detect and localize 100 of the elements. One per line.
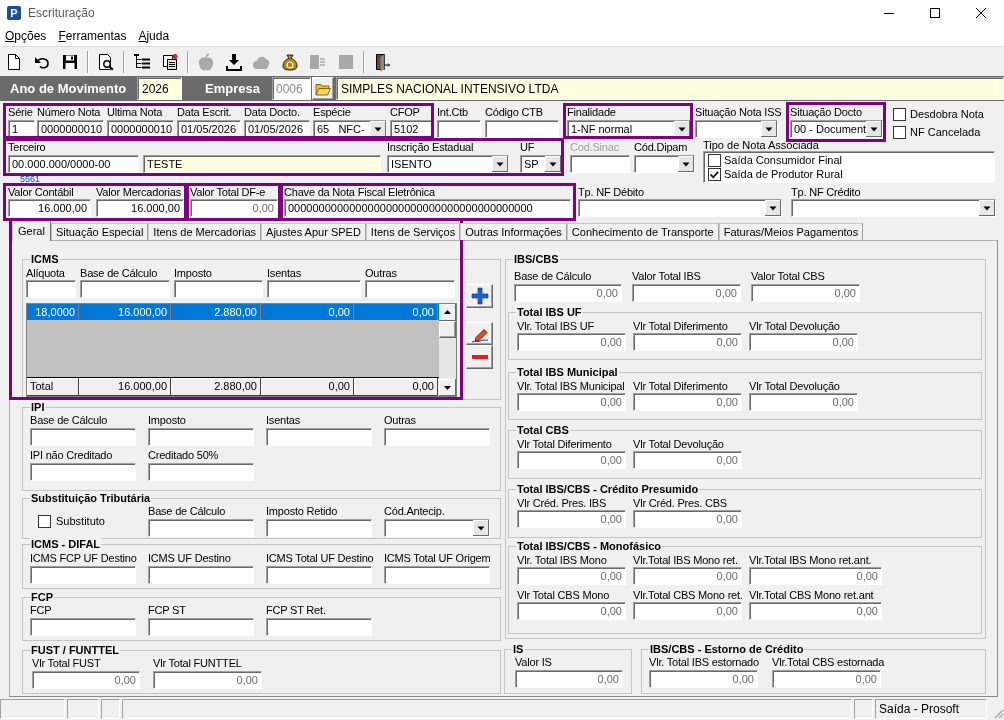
dropdown[interactable] [695, 120, 778, 138]
text-field[interactable]: 0,00 [517, 567, 626, 585]
caret-icon[interactable] [761, 121, 777, 137]
document-magnifier-icon[interactable] [96, 51, 116, 72]
text-field[interactable]: 0,00 [633, 510, 742, 528]
tree-list-icon[interactable] [132, 51, 152, 72]
text-field[interactable]: 0,00 [633, 393, 742, 411]
caret-icon[interactable] [979, 200, 995, 216]
text-field[interactable] [148, 566, 254, 584]
tab[interactable]: Faturas/Meios Pagamentos [718, 223, 864, 240]
text-field[interactable] [148, 428, 254, 446]
caret-icon[interactable] [866, 121, 883, 137]
text-field[interactable]: 0,00 [190, 199, 278, 217]
text-field[interactable]: 0,00 [517, 510, 626, 528]
tab[interactable]: Itens de Serviços [365, 223, 461, 240]
tab[interactable]: Ajustes Apur SPED [261, 223, 366, 240]
text-field[interactable]: 0,00 [517, 333, 626, 351]
text-field[interactable]: 0,00 [517, 602, 626, 620]
text-field[interactable] [266, 519, 372, 537]
text-field[interactable]: 0,00 [153, 671, 262, 689]
tab[interactable]: Situação Especial [50, 223, 149, 240]
text-field[interactable]: 0,00 [32, 671, 140, 689]
text-field[interactable] [80, 280, 170, 298]
text-field[interactable] [267, 280, 361, 298]
checkbox[interactable] [893, 126, 906, 139]
text-field[interactable]: 0,00 [649, 670, 758, 688]
text-field[interactable]: 0,00 [749, 602, 882, 620]
text-field[interactable]: 0,00 [633, 567, 742, 585]
edit-button[interactable] [466, 322, 493, 345]
caret-icon[interactable] [370, 121, 386, 137]
text-field[interactable] [30, 428, 136, 446]
download-icon[interactable] [224, 51, 244, 72]
money-bag-icon[interactable] [280, 51, 300, 72]
dropdown[interactable]: ISENTO [387, 155, 509, 173]
dropdown[interactable]: 00 - Document [790, 120, 883, 138]
text-field[interactable]: 0,00 [749, 567, 882, 585]
maximize-icon[interactable] [930, 8, 940, 18]
add-button[interactable] [466, 284, 493, 308]
text-field[interactable]: 0,00 [772, 670, 881, 688]
text-field[interactable] [148, 618, 254, 636]
caret-icon[interactable] [765, 200, 781, 216]
text-field[interactable] [26, 280, 76, 298]
tab[interactable]: Geral [12, 221, 51, 241]
dropdown[interactable] [578, 199, 782, 217]
text-field[interactable]: 0,00 [517, 393, 626, 411]
text-field[interactable] [148, 519, 254, 537]
caret-icon[interactable] [674, 121, 690, 137]
text-field[interactable]: 0,00 [514, 284, 622, 302]
text-field[interactable]: 0000000000000000000000000000000000000000 [284, 199, 571, 217]
text-field[interactable] [365, 280, 455, 298]
caret-icon[interactable] [492, 156, 508, 172]
scrollbar[interactable] [439, 304, 456, 396]
checkbox[interactable] [708, 154, 721, 167]
text-field[interactable]: 0,00 [633, 333, 742, 351]
dropdown[interactable] [791, 199, 996, 217]
dropdown[interactable]: SP [520, 155, 562, 173]
link[interactable]: 5561 [20, 176, 41, 183]
caret-icon[interactable] [678, 156, 694, 172]
text-field[interactable]: 00.000.000/0000-00 [8, 155, 139, 173]
scroll-up-icon[interactable] [439, 304, 456, 321]
checkbox[interactable] [893, 108, 906, 121]
text-field[interactable]: 0,00 [633, 602, 742, 620]
document-stack-icon[interactable] [160, 51, 180, 72]
remove-button[interactable] [466, 345, 493, 369]
text-field[interactable] [30, 566, 136, 584]
scroll-down-icon[interactable] [439, 379, 456, 396]
close-icon[interactable] [976, 8, 986, 18]
text-field[interactable] [266, 428, 372, 446]
table-row[interactable]: 18,0000 16.000,00 2.880,00 0,00 0,00 [27, 304, 439, 320]
text-field[interactable]: 0,00 [632, 284, 741, 302]
text-field[interactable] [30, 618, 136, 636]
text-field[interactable]: 0,00 [515, 670, 623, 688]
text-field[interactable]: TESTE [143, 155, 381, 173]
text-field[interactable] [148, 463, 254, 481]
text-field[interactable]: SIMPLES NACIONAL INTENSIVO LTDA [336, 77, 1004, 100]
text-field[interactable]: 16.000,00 [96, 199, 184, 217]
text-field[interactable] [384, 428, 490, 446]
text-field[interactable]: 0,00 [749, 333, 858, 351]
text-field[interactable] [30, 463, 136, 481]
caret-icon[interactable] [473, 520, 489, 536]
dropdown[interactable] [634, 155, 695, 173]
menu-item[interactable]: Ferramentas [58, 28, 127, 44]
menu-item[interactable]: Ajuda [138, 28, 170, 44]
text-field[interactable]: 2026 [137, 77, 182, 100]
folder-button[interactable] [312, 77, 334, 100]
checkbox[interactable] [38, 515, 51, 528]
text-field[interactable]: 16.000,00 [8, 199, 91, 217]
text-field[interactable] [266, 618, 372, 636]
text-field[interactable]: 0,00 [633, 451, 742, 469]
text-field[interactable]: 0,00 [751, 284, 860, 302]
text-field[interactable] [174, 280, 263, 298]
checkbox[interactable] [708, 168, 721, 181]
dropdown[interactable] [384, 519, 490, 537]
resize-grip-icon[interactable] [992, 707, 1004, 719]
text-field[interactable] [485, 120, 559, 138]
menu-item[interactable]: Opções [5, 28, 47, 44]
tab[interactable]: Conhecimento de Transporte [566, 223, 719, 240]
text-field[interactable]: 0,00 [517, 451, 626, 469]
text-field[interactable] [266, 566, 372, 584]
text-field[interactable] [384, 566, 490, 584]
